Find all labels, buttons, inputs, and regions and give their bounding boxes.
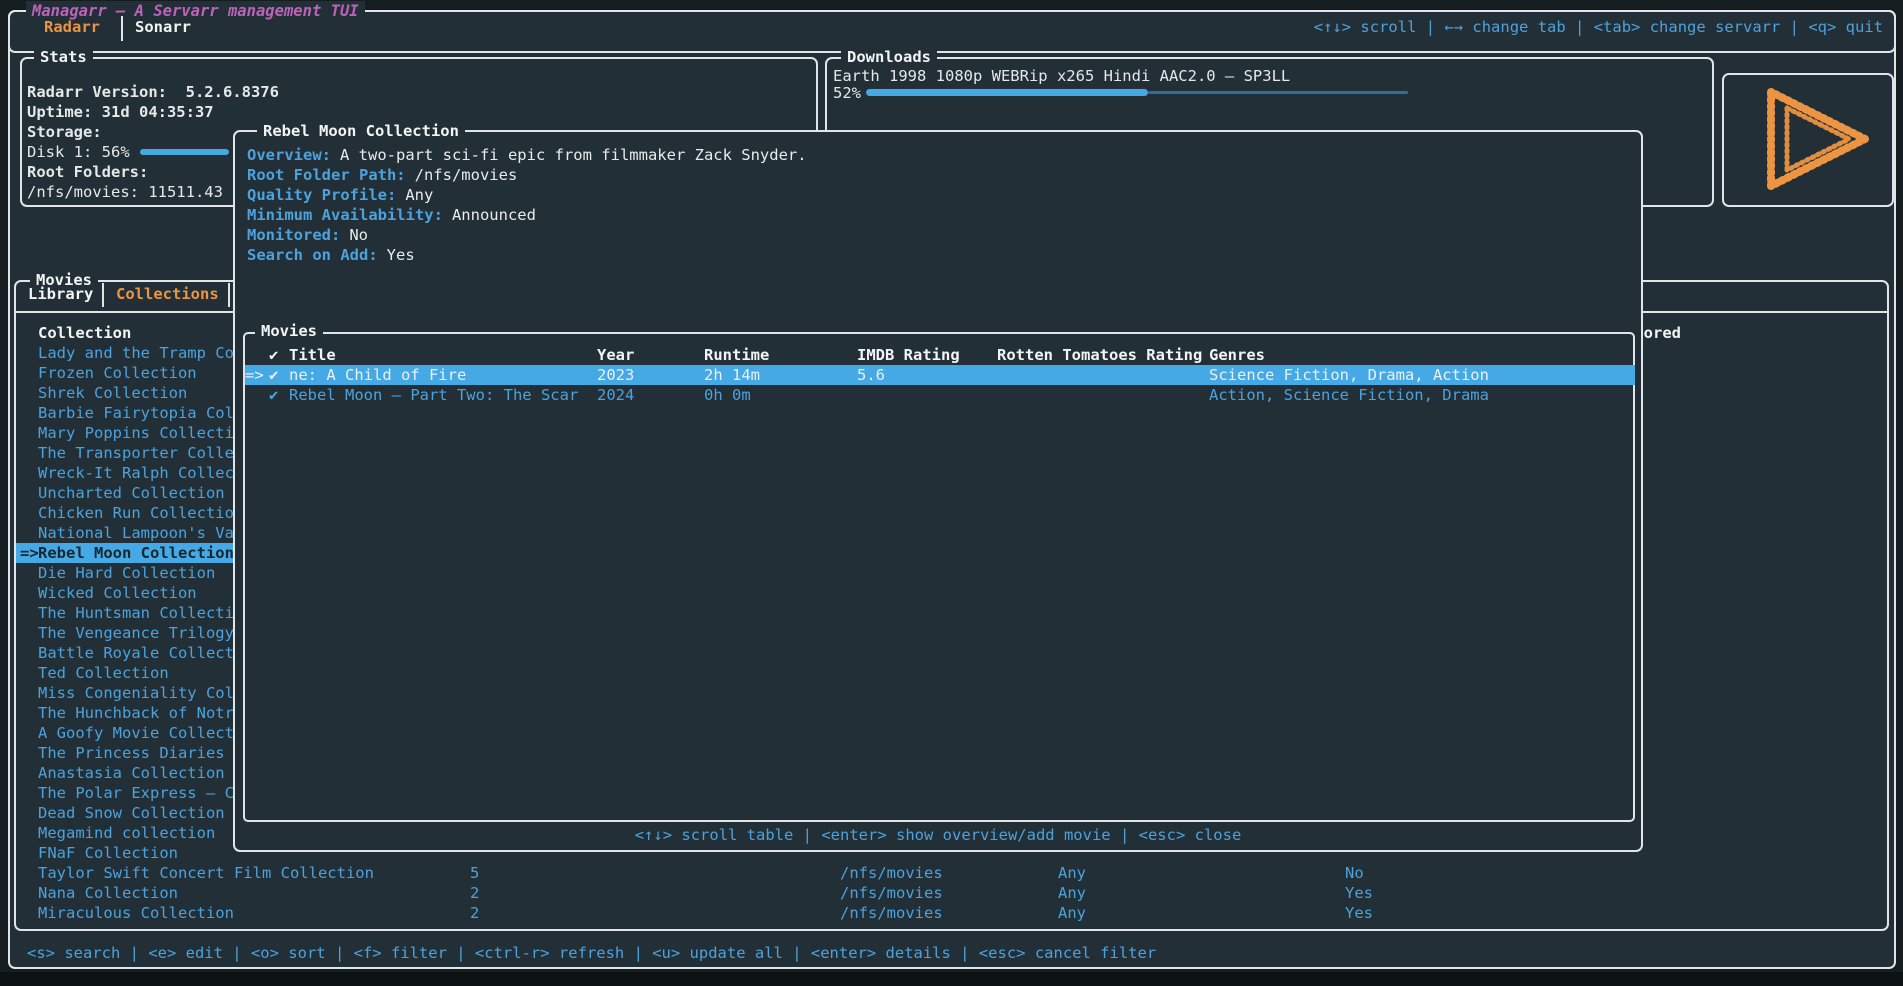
collection-name: Anastasia Collection bbox=[38, 764, 225, 782]
collection-cell: Yes bbox=[1345, 903, 1373, 923]
movie-title[interactable]: Rebel Moon – Part Two: The Scar bbox=[289, 385, 578, 405]
collection-row[interactable]: Miss Congeniality Col bbox=[16, 683, 234, 703]
collection-name: Ted Collection bbox=[38, 664, 169, 682]
collection-row[interactable]: Die Hard Collection bbox=[16, 563, 215, 583]
collection-name: Chicken Run Collectio bbox=[38, 504, 234, 522]
collection-row[interactable]: Taylor Swift Concert Film Collection bbox=[16, 863, 374, 883]
collection-name: Nana Collection bbox=[38, 884, 178, 902]
collection-row[interactable]: The Transporter Colle bbox=[16, 443, 234, 463]
collection-row[interactable]: Battle Royale Collect bbox=[16, 643, 234, 663]
collection-name: Taylor Swift Concert Film Collection bbox=[38, 864, 374, 882]
collection-cell: 2 bbox=[470, 883, 479, 903]
collection-row[interactable]: The Huntsman Collecti bbox=[16, 603, 234, 623]
collection-cell: Any bbox=[1058, 903, 1086, 923]
collection-name: The Huntsman Collecti bbox=[38, 604, 234, 622]
bottom-help-keybinds: <s> search | <e> edit | <o> sort | <f> f… bbox=[27, 943, 1156, 963]
movie-year: 2024 bbox=[597, 385, 634, 405]
collection-row[interactable]: Lady and the Tramp Co bbox=[16, 343, 234, 363]
collection-cell: No bbox=[1345, 863, 1364, 883]
collection-name: Wicked Collection bbox=[38, 584, 197, 602]
movie-genres: Science Fiction, Drama, Action bbox=[1209, 365, 1489, 385]
collection-row[interactable]: The Princess Diaries bbox=[16, 743, 225, 763]
collection-name: The Hunchback of Notr bbox=[38, 704, 234, 722]
collection-name: Uncharted Collection bbox=[38, 484, 225, 502]
collection-name: Die Hard Collection bbox=[38, 564, 215, 582]
collection-row[interactable]: Wicked Collection bbox=[16, 583, 197, 603]
collection-row[interactable]: Nana Collection bbox=[16, 883, 178, 903]
movie-year: 2023 bbox=[597, 365, 634, 385]
collection-name: Megamind collection bbox=[38, 824, 215, 842]
modal-movies-rows: =>✔ ne: A Child of Fire 2023 2h 14m 5.6 Scien… bbox=[235, 132, 1641, 850]
collection-name: The Vengeance Trilogy bbox=[38, 624, 234, 642]
collection-name: Lady and the Tramp Co bbox=[38, 344, 234, 362]
movie-imdb-rating: 5.6 bbox=[857, 365, 885, 385]
movie-genres: Action, Science Fiction, Drama bbox=[1209, 385, 1489, 405]
collection-row[interactable]: Anastasia Collection bbox=[16, 763, 225, 783]
collection-name: Frozen Collection bbox=[38, 364, 197, 382]
collection-cell: /nfs/movies bbox=[840, 903, 943, 923]
collection-row[interactable]: The Hunchback of Notr bbox=[16, 703, 234, 723]
collection-cell: Any bbox=[1058, 883, 1086, 903]
modal-title: Rebel Moon Collection bbox=[257, 121, 465, 141]
collection-name: Barbie Fairytopia Col bbox=[38, 404, 234, 422]
collection-name: Dead Snow Collection bbox=[38, 804, 225, 822]
collection-name: FNaF Collection bbox=[38, 844, 178, 862]
collection-row[interactable]: Miraculous Collection bbox=[16, 903, 234, 923]
collection-row[interactable]: Megamind collection bbox=[16, 823, 215, 843]
collection-row[interactable]: Ted Collection bbox=[16, 663, 169, 683]
modal-help-keybinds: <↑↓> scroll table | <enter> show overvie… bbox=[235, 825, 1641, 845]
collection-row[interactable]: Frozen Collection bbox=[16, 363, 197, 383]
collection-name: Rebel Moon Collection bbox=[38, 544, 234, 562]
collection-cell: /nfs/movies bbox=[840, 863, 943, 883]
collection-name: Miraculous Collection bbox=[38, 904, 234, 922]
collection-details-modal: Rebel Moon Collection Overview:A two-par… bbox=[233, 130, 1643, 852]
movie-row-marker: => bbox=[245, 365, 264, 385]
movie-title[interactable]: ne: A Child of Fire bbox=[289, 365, 466, 385]
collection-name: The Transporter Colle bbox=[38, 444, 234, 462]
collection-row[interactable]: Mary Poppins Collecti bbox=[16, 423, 234, 443]
modal-movies-title: Movies bbox=[255, 321, 323, 341]
collection-row[interactable]: FNaF Collection bbox=[16, 843, 178, 863]
managarr-app: Managarr – A Servarr management TUI Rada… bbox=[0, 0, 1903, 986]
collection-cell: /nfs/movies bbox=[840, 883, 943, 903]
collection-name: Battle Royale Collect bbox=[38, 644, 234, 662]
collection-cell: 5 bbox=[470, 863, 479, 883]
movie-monitored-check-icon: ✔ bbox=[269, 385, 278, 405]
collection-row[interactable]: A Goofy Movie Collect bbox=[16, 723, 234, 743]
collection-row[interactable]: Barbie Fairytopia Col bbox=[16, 403, 234, 423]
collection-name: Mary Poppins Collecti bbox=[38, 424, 234, 442]
collection-cell: 2 bbox=[470, 903, 479, 923]
collection-name: The Princess Diaries bbox=[38, 744, 225, 762]
collection-row[interactable]: Shrek Collection bbox=[16, 383, 187, 403]
selected-row-marker: => bbox=[20, 543, 39, 563]
collection-row[interactable]: Dead Snow Collection bbox=[16, 803, 225, 823]
collection-row[interactable]: National Lampoon's Va bbox=[16, 523, 234, 543]
collection-name: Miss Congeniality Col bbox=[38, 684, 234, 702]
collection-name: The Polar Express – C bbox=[38, 784, 234, 802]
collection-name: Wreck-It Ralph Collec bbox=[38, 464, 234, 482]
collection-cell: Any bbox=[1058, 863, 1086, 883]
collection-name: A Goofy Movie Collect bbox=[38, 724, 234, 742]
movie-runtime: 2h 14m bbox=[704, 365, 760, 385]
collection-row[interactable]: The Polar Express – C bbox=[16, 783, 234, 803]
collection-row[interactable]: Chicken Run Collectio bbox=[16, 503, 234, 523]
collection-cell: Yes bbox=[1345, 883, 1373, 903]
collection-row[interactable]: Wreck-It Ralph Collec bbox=[16, 463, 234, 483]
movie-monitored-check-icon: ✔ bbox=[269, 365, 278, 385]
collection-row[interactable]: Uncharted Collection bbox=[16, 483, 225, 503]
collection-name: Shrek Collection bbox=[38, 384, 187, 402]
movie-runtime: 0h 0m bbox=[704, 385, 751, 405]
collection-row[interactable]: The Vengeance Trilogy bbox=[16, 623, 234, 643]
collection-name: National Lampoon's Va bbox=[38, 524, 234, 542]
